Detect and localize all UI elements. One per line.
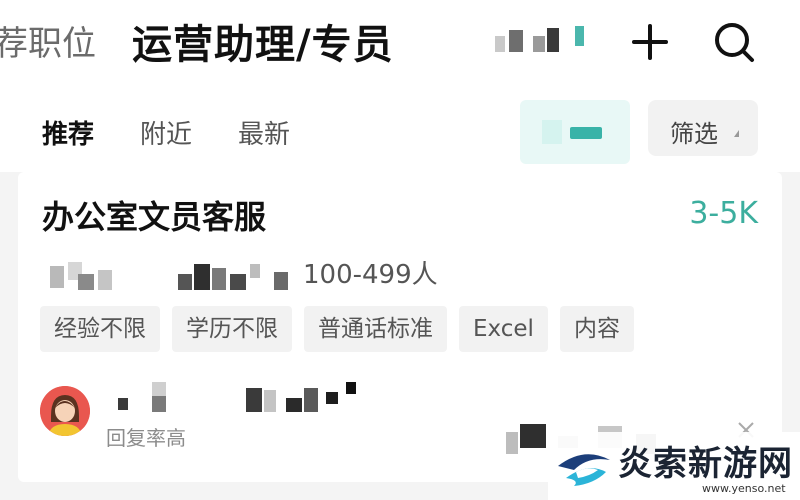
caret-icon: [734, 130, 739, 137]
recruiter-avatar[interactable]: [40, 386, 90, 436]
censored-city-text-bar: [570, 127, 602, 139]
watermark-logo-icon: [554, 436, 614, 496]
company-size: 100-499人: [303, 260, 438, 290]
recommended-jobs-tab[interactable]: 荐职位: [0, 16, 96, 65]
site-watermark: 炎索新游网 www.yenso.net: [548, 432, 800, 500]
job-category-title[interactable]: 运营助理/专员: [132, 12, 394, 70]
job-title: 办公室文员客服: [42, 198, 267, 236]
filter-button[interactable]: 筛选: [648, 100, 758, 156]
job-tag: Excel: [459, 306, 548, 352]
city-selector[interactable]: [520, 100, 630, 164]
censored-city-text: [542, 120, 562, 144]
tab-newest[interactable]: 最新: [238, 114, 290, 151]
job-tag: 内容: [559, 306, 634, 352]
job-tag: 普通话标准: [304, 306, 447, 352]
job-tags: 经验不限 学历不限 普通话标准 Excel 内容: [40, 306, 634, 352]
job-tag: 经验不限: [40, 306, 160, 352]
watermark-text: 炎索新游网: [618, 444, 793, 484]
filter-label: 筛选: [670, 120, 718, 148]
censored-company-name: [50, 260, 120, 292]
watermark-url: www.yenso.net: [702, 482, 786, 495]
censored-recruiter-name: [118, 382, 368, 418]
plus-icon[interactable]: [628, 20, 672, 64]
search-icon[interactable]: [712, 20, 756, 64]
recruiter-reply-rate: 回复率高: [106, 426, 186, 450]
tab-recommend[interactable]: 推荐: [42, 114, 94, 151]
censored-city-label: [495, 26, 587, 56]
top-header: 荐职位 运营助理/专员: [0, 0, 800, 88]
salary-range: 3-5K: [689, 196, 758, 231]
job-tag: 学历不限: [172, 306, 292, 352]
tab-nearby[interactable]: 附近: [140, 114, 192, 151]
filter-bar: 推荐 附近 最新 筛选: [0, 88, 800, 172]
censored-company-industry: [178, 260, 298, 292]
